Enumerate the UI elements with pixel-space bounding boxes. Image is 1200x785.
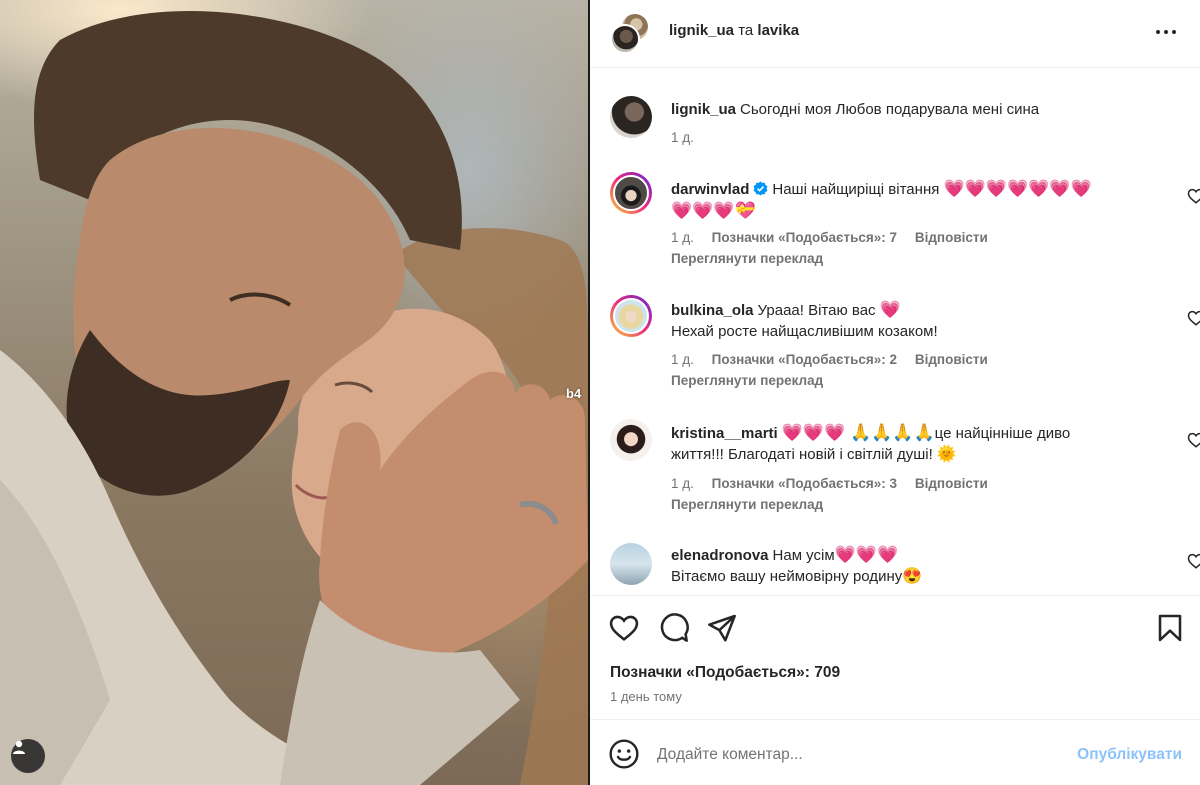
reply-button[interactable]: Відповісти xyxy=(915,476,988,491)
post-time[interactable]: 1 день тому xyxy=(610,689,682,704)
comment-emojis: 💗💗💗 🙏🙏🙏🙏 xyxy=(781,423,935,442)
comment-text-line2: Нехай росте найщасливішим козаком! xyxy=(671,323,938,340)
comment-body: kristina__marti 💗💗💗 🙏🙏🙏🙏це найцінніше див… xyxy=(671,422,1151,465)
caption-body: lignik_ua Сьогодні моя Любов подарувала м… xyxy=(671,99,1151,120)
comment-username[interactable]: bulkina_ola xyxy=(671,302,754,319)
author-username[interactable]: lavika xyxy=(757,22,799,39)
reply-button[interactable]: Відповісти xyxy=(915,352,988,367)
collab-avatars[interactable] xyxy=(610,12,652,54)
comment-emoji: 🌞 xyxy=(936,446,957,463)
comment-text: це найцінніше диво xyxy=(934,425,1071,442)
comment-input[interactable] xyxy=(657,742,1047,768)
comment-likes-count[interactable]: Позначки «Подобається»: 3 xyxy=(712,476,897,491)
see-translation-link[interactable]: Переглянути переклад xyxy=(671,251,823,266)
caption-text: Сьогодні моя Любов подарувала мені сина xyxy=(740,101,1040,118)
comment-username[interactable]: kristina__marti xyxy=(671,425,778,442)
composer-divider xyxy=(590,719,1200,720)
post-comment-button[interactable]: Опублікувати xyxy=(1077,746,1182,764)
post-side-panel: lignik_ua та lavika lignik_ua Сьогодні мо… xyxy=(590,0,1200,785)
see-translation-link[interactable]: Переглянути переклад xyxy=(671,373,823,388)
see-translation-link[interactable]: Переглянути переклад xyxy=(671,497,823,512)
avatar[interactable] xyxy=(610,419,652,461)
more-options-button[interactable] xyxy=(1152,20,1180,44)
post-likes-count[interactable]: Позначки «Подобається»: 709 xyxy=(610,664,840,682)
heart-icon[interactable] xyxy=(1187,187,1200,205)
verified-badge-icon xyxy=(753,181,768,196)
comment-meta: 1 д. Позначки «Подобається»: 3 Відповіст… xyxy=(671,476,1002,491)
avatar[interactable] xyxy=(610,24,640,54)
heart-icon[interactable] xyxy=(1187,431,1200,449)
author-username[interactable]: lignik_ua xyxy=(669,22,734,39)
comment-body: elenadronova Нам усім💗💗💗 Вітаємо вашу ней… xyxy=(671,544,1151,587)
more-options-icon xyxy=(1156,30,1176,34)
comment-time[interactable]: 1 д. xyxy=(671,476,694,491)
heart-icon[interactable] xyxy=(1187,552,1200,570)
comment-emojis: 💗 xyxy=(879,300,901,319)
comment-icon[interactable] xyxy=(658,612,690,644)
post-authors: lignik_ua та lavika xyxy=(669,22,799,39)
post-photo: b4 xyxy=(0,0,588,785)
comment-text: Урааа! Вітаю вас xyxy=(757,302,876,319)
comment-likes-count[interactable]: Позначки «Подобається»: 2 xyxy=(712,352,897,367)
comment-text-line2: життя!!! Благодаті новій і світлій душі! xyxy=(671,446,933,463)
comment-body: bulkina_ola Урааа! Вітаю вас 💗 Нехай рост… xyxy=(671,299,1151,342)
watermark-text: b4 xyxy=(566,386,582,401)
like-post-icon[interactable] xyxy=(608,612,640,644)
comment-text: Нам усім xyxy=(772,547,835,564)
emoji-icon[interactable] xyxy=(608,738,640,770)
avatar[interactable] xyxy=(610,295,652,337)
comment-username[interactable]: darwinvlad xyxy=(671,181,749,198)
caption-time[interactable]: 1 д. xyxy=(671,130,694,145)
comment-username[interactable]: lignik_ua xyxy=(671,101,736,118)
actions-divider xyxy=(590,595,1200,596)
comment-meta: 1 д. Позначки «Подобається»: 2 Відповіст… xyxy=(671,352,1002,367)
comment-body: darwinvlad Наші найщиріщі вітання 💗💗💗💗💗💗💗… xyxy=(671,178,1151,222)
comment-emojis: 💗💗💗💝 xyxy=(671,201,756,220)
photo-illustration xyxy=(0,11,588,785)
share-icon[interactable] xyxy=(706,612,738,644)
comment-text-line2: Вітаємо вашу неймовірну родину xyxy=(671,568,903,585)
avatar[interactable] xyxy=(610,96,652,138)
comment-time[interactable]: 1 д. xyxy=(671,230,694,245)
tagged-users-button[interactable] xyxy=(11,739,45,773)
comment-time[interactable]: 1 д. xyxy=(671,352,694,367)
comment-text: Наші найщиріщі вітання xyxy=(772,181,940,198)
caption-meta: 1 д. xyxy=(671,130,708,145)
heart-icon[interactable] xyxy=(1187,309,1200,327)
post-header: lignik_ua та lavika xyxy=(590,0,1200,68)
avatar[interactable] xyxy=(610,172,652,214)
comment-emoji: 😍 xyxy=(902,568,923,585)
comment-likes-count[interactable]: Позначки «Подобається»: 7 xyxy=(712,230,897,245)
authors-conjunction: та xyxy=(738,22,754,39)
comment-meta: 1 д. Позначки «Подобається»: 7 Відповіст… xyxy=(671,230,1002,245)
bookmark-icon[interactable] xyxy=(1154,612,1186,644)
reply-button[interactable]: Відповісти xyxy=(915,230,988,245)
comment-emojis: 💗💗💗💗💗💗💗 xyxy=(943,179,1092,198)
comments-list[interactable]: lignik_ua Сьогодні моя Любов подарувала м… xyxy=(590,69,1200,595)
avatar[interactable] xyxy=(610,543,652,585)
comment-emojis: 💗💗💗 xyxy=(834,545,899,564)
comment-username[interactable]: elenadronova xyxy=(671,547,769,564)
user-icon xyxy=(13,740,25,754)
